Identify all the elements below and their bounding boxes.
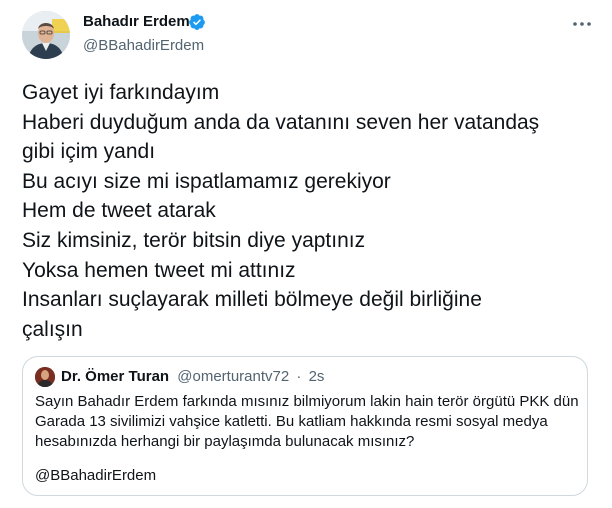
quoted-text-line: hesabınızda herhangi bir paylaşımda bulu… <box>35 433 415 450</box>
quoted-author-avatar[interactable] <box>35 367 55 387</box>
tweet-text-line: gibi içim yandı <box>22 140 156 164</box>
quoted-author-handle[interactable]: @omerturantv72 <box>177 368 289 385</box>
tweet-text-line: Gayet iyi farkındayım <box>22 81 220 104</box>
tweet-text-line: Haberi duyduğum anda da vatanını seven h… <box>22 110 540 134</box>
quoted-text: Sayın Bahadır Erdem farkında mısınız bil… <box>35 392 579 452</box>
author-name[interactable]: Bahadır Erdem <box>83 13 190 30</box>
tweet-text-line: Siz kimsiniz, terör bitsin diye yaptınız <box>22 228 366 252</box>
tweet-text-line: çalışın <box>22 317 83 341</box>
quoted-author-name[interactable]: Dr. Ömer Turan <box>61 368 169 385</box>
tweet-text-line: Yoksa hemen tweet mi attınız <box>22 258 296 282</box>
tweet-card: Bahadır Erdem @BBahadirErdem Gayet iyi f… <box>0 0 612 508</box>
tweet-text-line: Insanları suçlayarak milleti bölmeye değ… <box>22 288 482 312</box>
quoted-text-line: Sayın Bahadır Erdem farkında mısınız bil… <box>35 393 579 410</box>
quoted-tweet[interactable]: Dr. Ömer Turan @omerturantv72 · 2s Sayın… <box>22 356 588 496</box>
verified-badge-icon <box>188 13 206 31</box>
tweet-text-line: Bu acıyı size mi ispatlamamız gerekiyor <box>22 169 391 193</box>
more-options-icon[interactable] <box>570 12 594 36</box>
author-handle[interactable]: @BBahadirErdem <box>83 37 204 54</box>
separator-dot: · <box>296 368 302 385</box>
quoted-text-line: Garada 13 sivilimizi vahşice katletti. B… <box>35 413 548 430</box>
tweet-text-line: Hem de tweet atarak <box>22 199 216 223</box>
quoted-mention[interactable]: @BBahadirErdem <box>35 467 156 484</box>
quoted-header: Dr. Ömer Turan @omerturantv72 · 2s <box>61 368 324 385</box>
author-avatar[interactable] <box>22 11 70 59</box>
quoted-timestamp[interactable]: 2s <box>309 368 325 385</box>
tweet-text: Gayet iyi farkındayım Haberi duyduğum an… <box>22 78 607 344</box>
